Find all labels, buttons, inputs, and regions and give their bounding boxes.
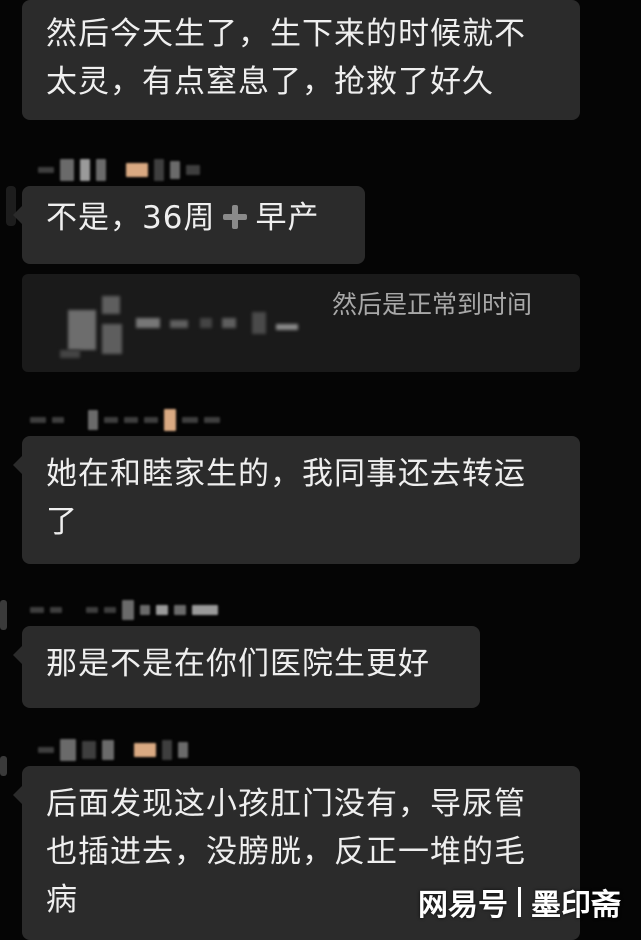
message-line: 也插进去，没膀胱，反正一堆的毛 xyxy=(46,834,526,870)
message-line: 太灵，有点窒息了，抢救了好久 xyxy=(46,64,494,100)
message-line: 她在和睦家生的，我同事还去转运 xyxy=(46,456,526,492)
message-bubble[interactable]: 她在和睦家生的，我同事还去转运 了 xyxy=(13,436,580,564)
quoted-message[interactable]: 然后是正常到时间 xyxy=(22,274,580,372)
quoted-message-text: 然后是正常到时间 xyxy=(332,290,533,319)
sender-name-blurred xyxy=(30,596,224,624)
plus-icon xyxy=(221,203,249,231)
message-line: 然后今天生了，生下来的时候就不 xyxy=(46,16,526,52)
avatar[interactable] xyxy=(0,600,7,630)
watermark: 网易号 墨印斋 xyxy=(418,880,621,924)
sender-name-blurred xyxy=(38,156,206,184)
watermark-author: 墨印斋 xyxy=(531,888,621,923)
message-text: 不是，36周 xyxy=(46,200,216,236)
quoted-avatar-blurred xyxy=(56,288,306,358)
sender-name-blurred xyxy=(38,736,194,764)
message-bubble[interactable]: 那是不是在你们医院生更好 xyxy=(13,626,480,708)
message-bubble[interactable]: 不是，36周 早产 xyxy=(13,186,365,264)
message-line: 那是不是在你们医院生更好 xyxy=(46,646,430,682)
message-text: 早产 xyxy=(255,200,320,236)
chat-screen: 然后今天生了，生下来的时候就不 太灵，有点窒息了，抢救了好久 不是，36周 早产 xyxy=(0,0,641,940)
message-bubble[interactable]: 然后今天生了，生下来的时候就不 太灵，有点窒息了，抢救了好久 xyxy=(22,0,580,120)
message-line: 了 xyxy=(46,504,78,540)
message-line: 后面发现这小孩肛门没有，导尿管 xyxy=(46,786,526,822)
avatar[interactable] xyxy=(0,756,7,776)
watermark-divider xyxy=(518,887,521,917)
sender-name-blurred xyxy=(30,406,226,434)
watermark-brand: 网易号 xyxy=(418,888,508,923)
